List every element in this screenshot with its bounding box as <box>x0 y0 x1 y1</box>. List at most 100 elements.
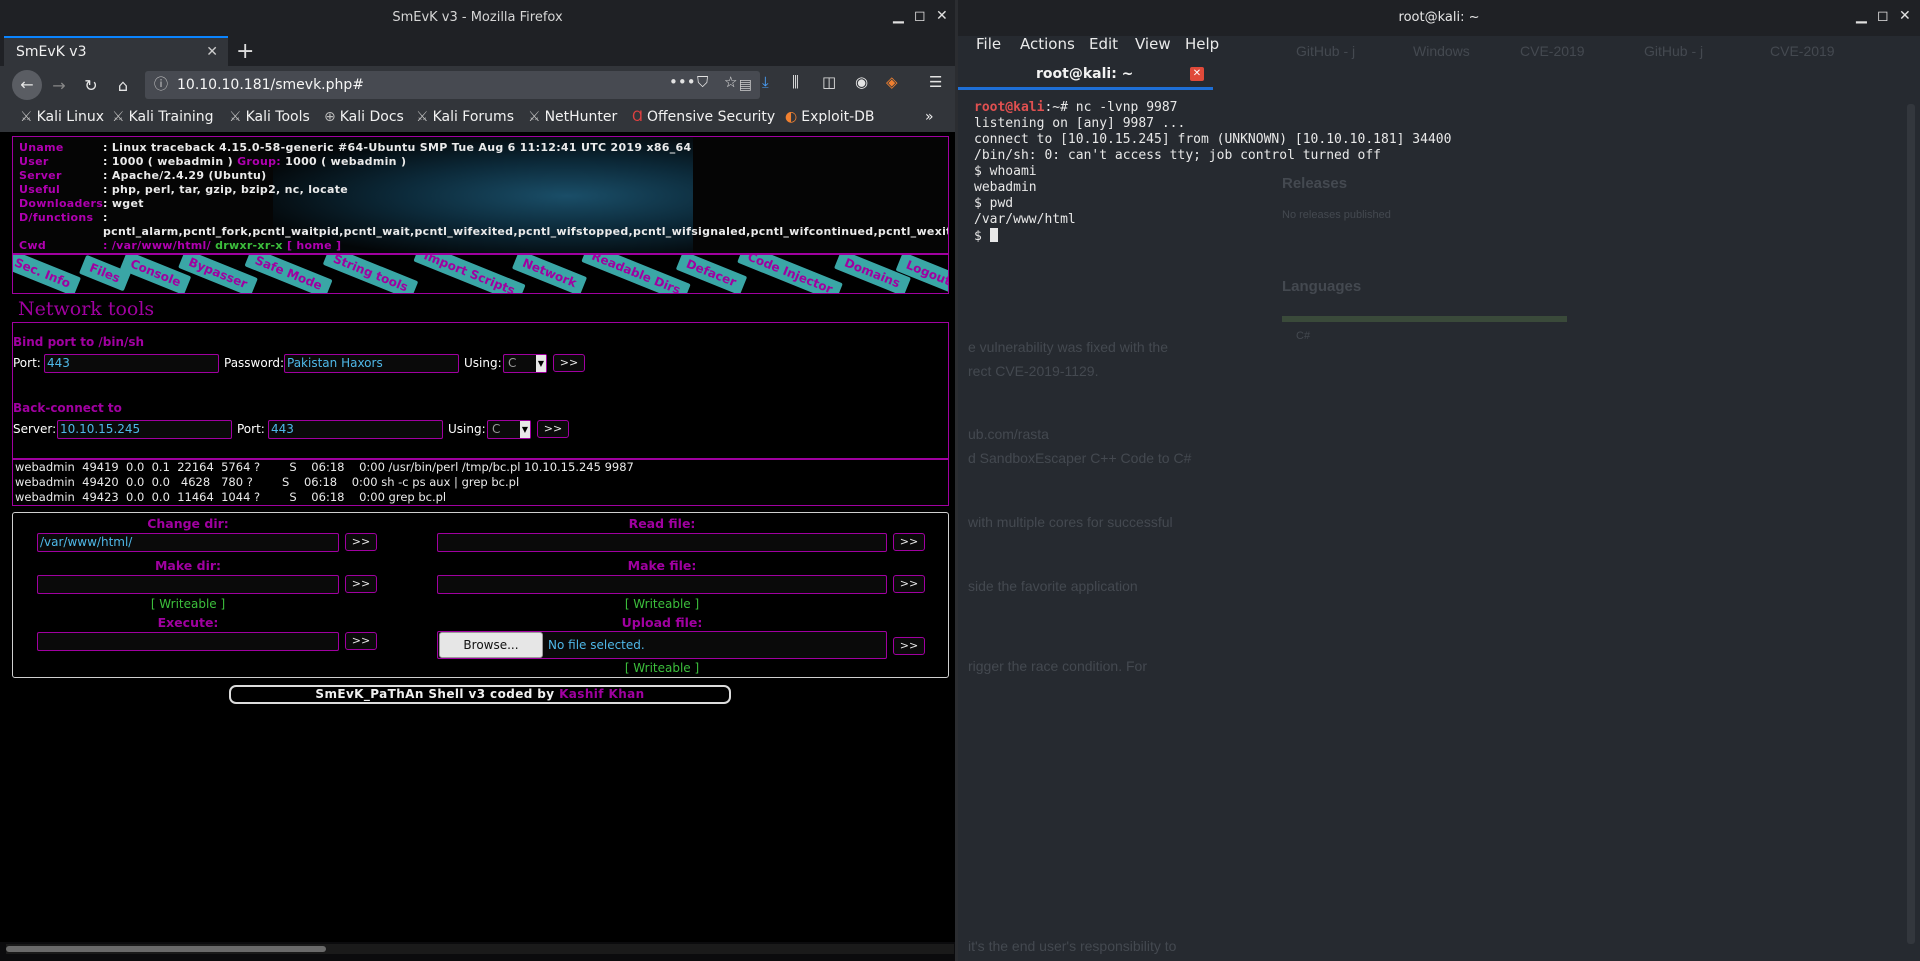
home-icon[interactable]: ⌂ <box>110 73 136 99</box>
forward-icon[interactable]: → <box>46 73 72 99</box>
back-server-input[interactable]: 10.10.15.245 <box>57 420 232 439</box>
make-dir-input[interactable] <box>37 575 339 594</box>
terminal-tab[interactable]: root@kali: ~ ✕ <box>958 60 1213 90</box>
make-file-button[interactable]: >> <box>893 575 925 593</box>
ghost-text: side the favorite application <box>968 578 1138 594</box>
make-dir-button[interactable]: >> <box>345 575 377 593</box>
back-submit-button[interactable]: >> <box>537 420 569 438</box>
close-icon[interactable]: ✕ <box>1899 8 1911 24</box>
terminal-output[interactable]: root@kali:~# nc -lvnp 9987 listening on … <box>974 100 1904 244</box>
kali-dragon-icon: ⚔ <box>416 109 429 125</box>
terminal-window: GitHub - j Windows CVE-2019 GitHub - j C… <box>958 0 1920 961</box>
vertical-scrollbar[interactable] <box>1907 104 1915 944</box>
terminal-prompt-line: $ <box>974 228 1904 244</box>
process-output: webadmin 49419 0.0 0.1 22164 5764 ? S 06… <box>12 458 949 506</box>
upload-file-button[interactable]: >> <box>893 637 925 655</box>
bind-port-input[interactable]: 443 <box>44 354 219 373</box>
url-text: 10.10.10.181/smevk.php# <box>177 77 364 93</box>
horizontal-scrollbar[interactable] <box>6 944 954 954</box>
bookmark-exploit-db[interactable]: ◐ Exploit-DB <box>785 109 875 125</box>
sidebar-icon[interactable]: ◫ <box>822 73 836 91</box>
make-file-writeable: [ Writeable ] <box>624 597 700 611</box>
maximize-icon[interactable]: ◻ <box>1877 8 1889 24</box>
change-dir-button[interactable]: >> <box>345 533 377 551</box>
library-icon[interactable]: ⫼ <box>792 73 799 91</box>
maximize-icon[interactable]: ◻ <box>914 8 926 24</box>
terminal-tab-label: root@kali: ~ <box>1036 66 1134 82</box>
bind-submit-button[interactable]: >> <box>553 354 585 372</box>
upload-writeable: [ Writeable ] <box>624 661 700 675</box>
terminal-line: listening on [any] 9987 ... <box>974 116 1186 131</box>
read-file-button[interactable]: >> <box>893 533 925 551</box>
bookmark-star-icon[interactable]: ☆ <box>724 73 737 91</box>
navigation-toolbar: ← → ↻ ⌂ ⓘ 10.10.10.181/smevk.php# ▤ ••• … <box>0 66 955 104</box>
ghost-text: ub.com/rasta <box>968 426 1049 442</box>
menu-code-injector[interactable]: Code Injector <box>737 255 844 293</box>
execute-button[interactable]: >> <box>345 632 377 650</box>
menu-safe-mode[interactable]: Safe Mode <box>244 255 333 293</box>
bookmark-kali-training[interactable]: ⚔ Kali Training <box>112 109 214 125</box>
author-link[interactable]: Kashif Khan <box>559 687 644 701</box>
bind-language-select[interactable]: C ▼ <box>503 354 547 373</box>
back-icon[interactable]: ← <box>12 70 42 100</box>
menu-string-tools[interactable]: String tools <box>322 255 419 293</box>
change-dir-input[interactable]: /var/www/html/ <box>37 533 339 552</box>
bookmark-kali-tools[interactable]: ⚔ Kali Tools <box>229 109 310 125</box>
terminal-line: /var/www/html <box>974 212 1076 227</box>
server-label: Server: <box>13 422 57 436</box>
change-dir-label: Change dir: <box>147 516 229 531</box>
firefox-window: SmEvK v3 - Mozilla Firefox ▁ ◻ ✕ SmEvK v… <box>0 0 955 961</box>
bookmark-nethunter[interactable]: ⚔ NetHunter <box>528 109 617 125</box>
pocket-icon[interactable]: ⛉ <box>697 73 708 91</box>
password-input[interactable]: Pakistan Haxors <box>284 354 459 373</box>
downloads-icon[interactable]: ⤓ <box>762 73 769 91</box>
back-language-select[interactable]: C ▼ <box>487 420 531 439</box>
menu-file[interactable]: File <box>976 35 1001 53</box>
cwd-path[interactable]: : /var/www/html/ <box>103 239 211 252</box>
minimize-icon[interactable]: ▁ <box>1856 8 1867 24</box>
url-bar[interactable]: ⓘ 10.10.10.181/smevk.php# ▤ <box>145 71 760 99</box>
back-port-input[interactable]: 443 <box>268 420 443 439</box>
extension-icon[interactable]: ◈ <box>886 73 898 91</box>
execute-label: Execute: <box>157 615 219 630</box>
text-cursor <box>989 228 998 242</box>
reader-view-icon[interactable]: ▤ <box>739 71 752 99</box>
bookmark-kali-forums[interactable]: ⚔ Kali Forums <box>416 109 514 125</box>
info-icon[interactable]: ⓘ <box>154 71 168 99</box>
close-tab-icon[interactable]: ✕ <box>206 44 218 60</box>
browse-button[interactable]: Browse... <box>439 632 543 658</box>
read-file-input[interactable] <box>437 533 887 552</box>
shell-footer: SmEvK_PaThAn Shell v3 coded by Kashif Kh… <box>229 685 731 704</box>
browser-tab[interactable]: SmEvK v3 ✕ <box>4 36 228 66</box>
account-icon[interactable]: ◉ <box>855 73 868 91</box>
hamburger-menu-icon[interactable]: ☰ <box>929 73 942 91</box>
minimize-icon[interactable]: ▁ <box>893 8 904 24</box>
reload-icon[interactable]: ↻ <box>78 73 104 99</box>
scrollbar-thumb[interactable] <box>6 946 326 952</box>
close-tab-icon[interactable]: ✕ <box>1190 67 1204 81</box>
kali-dragon-icon: ⚔ <box>20 109 33 125</box>
menu-readable-dirs[interactable]: Readable Dirs <box>581 255 692 293</box>
bookmark-offensive-security[interactable]: Ɑ Offensive Security <box>632 109 775 125</box>
bookmark-kali-docs[interactable]: ⊕ Kali Docs <box>324 109 404 125</box>
menu-sec-info[interactable]: Sec. Info <box>13 255 82 293</box>
menu-actions[interactable]: Actions <box>1020 35 1075 53</box>
server-row: Server: Apache/2.4.29 (Ubuntu) <box>19 169 267 182</box>
network-tools-panel: Bind port to /bin/sh Port: 443 Password:… <box>12 322 949 460</box>
bookmarks-overflow-icon[interactable]: » <box>925 109 934 125</box>
make-file-label: Make file: <box>627 558 697 573</box>
menu-view[interactable]: View <box>1135 35 1171 53</box>
menu-help[interactable]: Help <box>1185 35 1219 53</box>
network-tools-title: Network tools <box>18 298 155 320</box>
ghost-text: e vulnerability was fixed with the <box>968 339 1168 355</box>
new-tab-icon[interactable]: + <box>236 39 254 64</box>
close-icon[interactable]: ✕ <box>936 8 948 24</box>
home-link[interactable]: [ home ] <box>287 239 341 252</box>
more-actions-icon[interactable]: ••• <box>669 73 696 91</box>
menu-edit[interactable]: Edit <box>1089 35 1118 53</box>
make-file-input[interactable] <box>437 575 887 594</box>
execute-input[interactable] <box>37 632 339 651</box>
bookmark-kali-linux[interactable]: ⚔ Kali Linux <box>20 109 104 125</box>
menu-import-scripts[interactable]: Import Scripts <box>413 255 526 293</box>
back-using-label: Using: <box>448 422 486 436</box>
